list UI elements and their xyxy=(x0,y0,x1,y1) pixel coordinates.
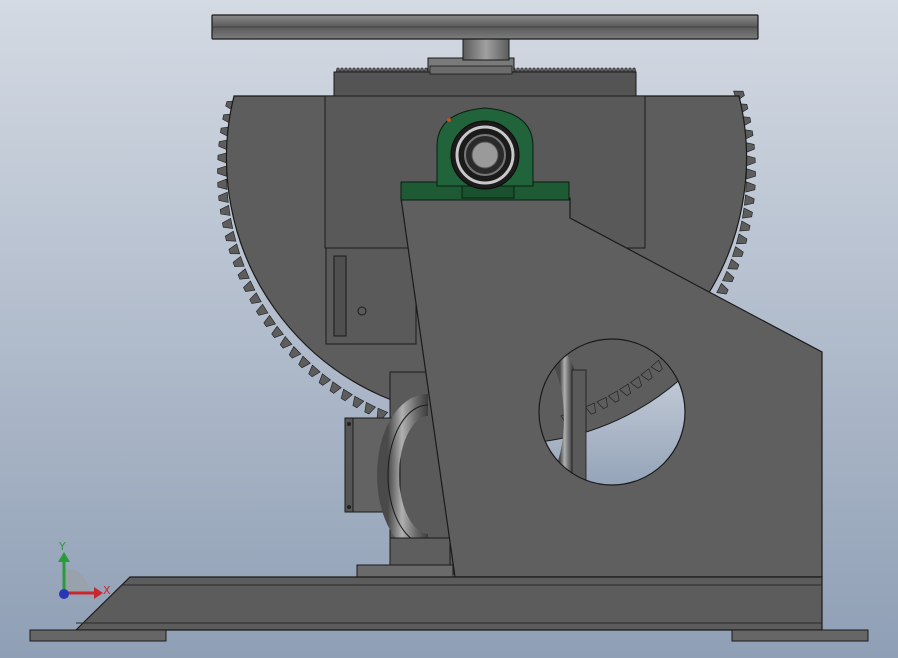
rear-bracket-inner xyxy=(333,255,347,337)
base-foot-right xyxy=(731,629,869,642)
bearing-shaft xyxy=(471,141,499,169)
cad-viewport[interactable]: Y X xyxy=(0,0,898,658)
motor-flange-lip xyxy=(344,417,354,513)
base-foot-left xyxy=(29,629,167,642)
slew-gear-ring xyxy=(333,71,637,97)
flange-bolt-bottom xyxy=(347,505,351,509)
flange-bolt-top xyxy=(347,422,351,426)
triad-y-label: Y xyxy=(58,540,66,553)
gearbox-foot xyxy=(389,537,451,569)
triad-z-axis xyxy=(59,589,69,599)
grease-nipple xyxy=(447,118,451,122)
hole-plate xyxy=(571,369,587,481)
welding-positioner-model: Y X xyxy=(0,0,898,658)
slew-hub-collar xyxy=(429,65,513,75)
table-spindle xyxy=(462,37,510,61)
gearbox-base-pad xyxy=(356,564,454,578)
triad-x-label: X xyxy=(103,584,111,597)
